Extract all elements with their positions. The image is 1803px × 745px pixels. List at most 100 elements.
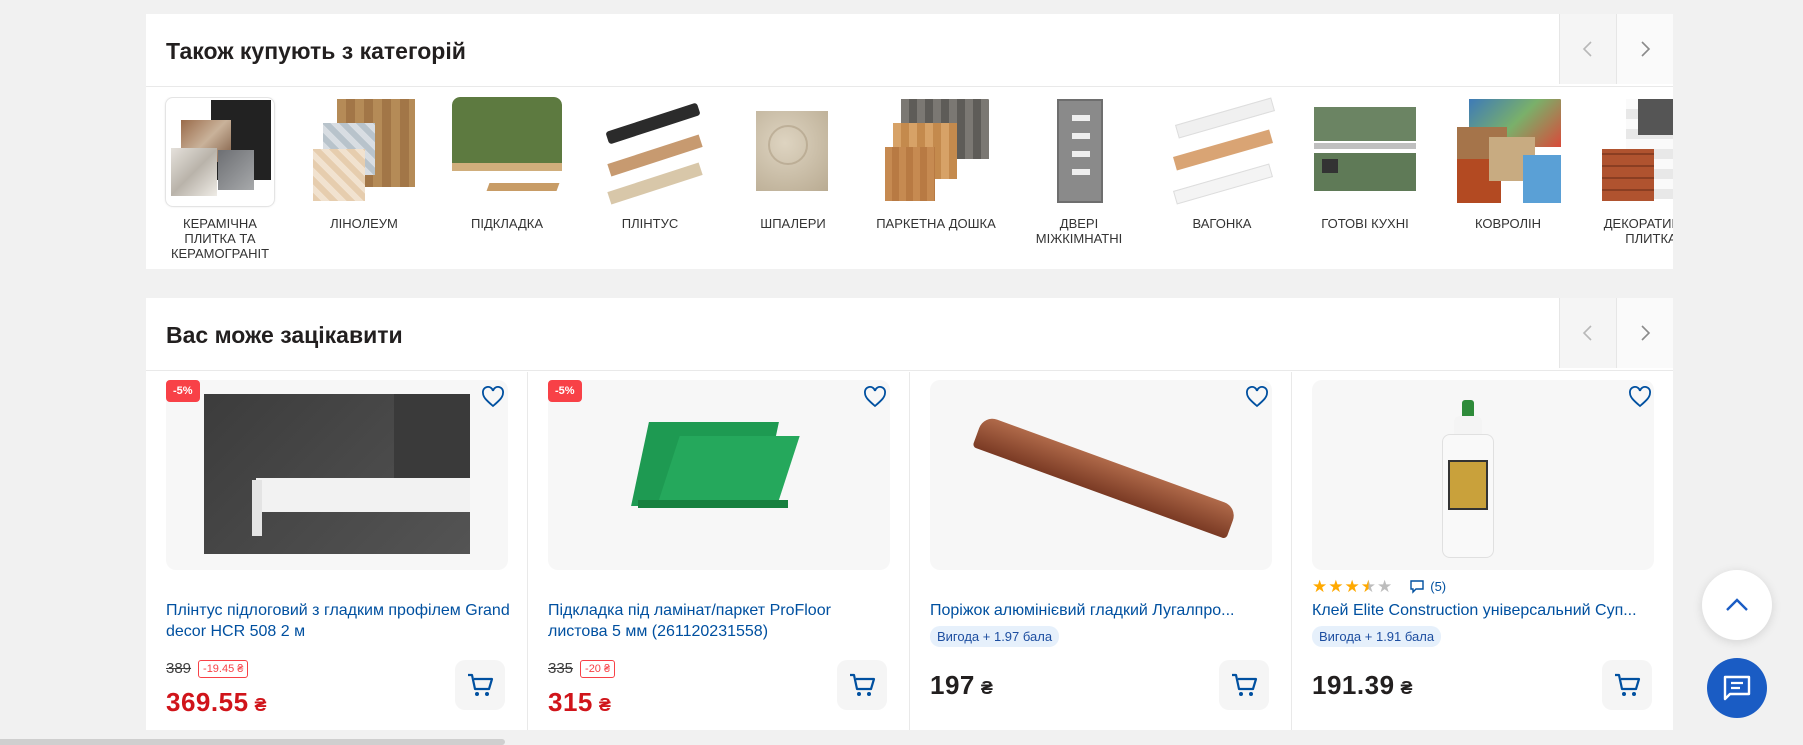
chevron-right-icon [1641, 41, 1651, 57]
horizontal-scrollbar[interactable] [0, 739, 505, 745]
old-price-row: 389 -19.45 ₴ [166, 660, 249, 678]
heart-icon[interactable] [1245, 386, 1269, 408]
chevron-up-icon [1726, 598, 1748, 611]
white-plinth-image[interactable] [166, 380, 508, 570]
price-value: 197 [930, 670, 975, 700]
carpet-image [1453, 97, 1563, 207]
ceramic-tile-image [165, 97, 275, 207]
star-icon: ★ [1328, 577, 1344, 596]
categories-prev-button[interactable] [1559, 14, 1616, 84]
product-price: 191.39 ₴ [1312, 670, 1413, 701]
add-to-cart-button[interactable] [1602, 660, 1652, 710]
underlay-image [452, 97, 562, 207]
currency: ₴ [1400, 678, 1414, 698]
product-price: 369.55 ₴ [166, 687, 267, 718]
wallpaper-image [738, 97, 848, 207]
kitchen-image [1310, 97, 1420, 207]
product-title[interactable]: Підкладка під ламінат/паркет ProFloor ли… [548, 600, 893, 642]
linoleum-image [309, 97, 419, 207]
interior-door-image [1024, 97, 1134, 207]
product-card[interactable]: -5% Плінтус підлоговий з гладким профіле… [146, 372, 528, 730]
cart-icon [1232, 673, 1258, 696]
category-label: Двері міжкімнатні [1035, 216, 1123, 246]
bonus-badge: Вигода + 1.91 бала [1312, 626, 1442, 647]
discount-badge: -5% [548, 380, 582, 402]
comment-icon [1410, 580, 1424, 594]
chat-button[interactable] [1707, 658, 1767, 718]
heart-icon[interactable] [481, 386, 505, 408]
chevron-right-icon [1641, 325, 1651, 341]
category-ceramic-tile[interactable]: Керамічна плитка та керамограніт [149, 97, 291, 261]
product-title[interactable]: Поріжок алюмінієвий гладкий Лугалпро... [930, 600, 1275, 621]
add-to-cart-button[interactable] [1219, 660, 1269, 710]
lining-board-image [1167, 97, 1277, 207]
bonus-badge: Вигода + 1.97 бала [930, 626, 1060, 647]
add-to-cart-button[interactable] [455, 660, 505, 710]
discount-badge: -5% [166, 380, 200, 402]
star-icon: ★ [1312, 577, 1328, 596]
star-icon: ★ [1344, 577, 1360, 596]
reviews-link[interactable]: (5) [1409, 579, 1446, 594]
chevron-left-icon [1582, 41, 1592, 57]
category-label: Шпалери [760, 216, 826, 231]
old-price-row: 335 -20 ₴ [548, 660, 616, 678]
price-value: 315 [548, 687, 593, 717]
category-carpet[interactable]: Ковролін [1437, 97, 1579, 231]
product-title[interactable]: Клей Elite Construction універсальний Су… [1312, 600, 1657, 621]
parquet-image [881, 97, 991, 207]
category-linoleum[interactable]: Лінолеум [293, 97, 435, 231]
product-card[interactable]: Поріжок алюмінієвий гладкий Лугалпро... … [910, 372, 1292, 730]
cart-icon [850, 673, 876, 696]
old-price: 389 [166, 660, 192, 677]
discount-amount: -19.45 ₴ [198, 660, 249, 678]
recommendations-section: Вас може зацікавити -5% Плінтус підлогов… [146, 298, 1673, 730]
heart-icon[interactable] [1628, 386, 1652, 408]
half-star-icon: ★ [1360, 577, 1376, 596]
category-label: Вагонка [1192, 216, 1252, 231]
cart-icon [468, 673, 494, 696]
product-card[interactable]: -5% Підкладка під ламінат/паркет ProFloo… [528, 372, 910, 730]
product-price: 315 ₴ [548, 687, 611, 718]
price-value: 191.39 [1312, 670, 1395, 700]
categories-title: Також купують з категорій [166, 38, 466, 64]
category-plinth[interactable]: Плінтус [579, 97, 721, 231]
categories-next-button[interactable] [1616, 14, 1673, 84]
currency: ₴ [598, 695, 612, 715]
aluminium-threshold-image[interactable] [930, 380, 1272, 570]
product-title[interactable]: Плінтус підлоговий з гладким профілем Gr… [166, 600, 511, 642]
category-kitchen[interactable]: Готові кухні [1294, 97, 1436, 231]
category-interior-door[interactable]: Двері міжкімнатні [1008, 97, 1150, 246]
currency: ₴ [254, 695, 268, 715]
decorative-tile-image [1596, 97, 1673, 207]
scroll-to-top-button[interactable] [1702, 570, 1772, 640]
recommendations-header: Вас може зацікавити [146, 298, 1673, 371]
category-lining[interactable]: Вагонка [1151, 97, 1293, 231]
category-parquet[interactable]: Паркетна дошка [865, 97, 1007, 231]
star-icon: ★ [1377, 577, 1393, 596]
recommendations-title: Вас може зацікавити [166, 322, 403, 348]
rating[interactable]: ★ ★ ★ ★ ★ (5) [1312, 578, 1446, 595]
chat-icon [1723, 675, 1751, 701]
category-label: Підкладка [470, 216, 543, 231]
category-label: Декоративна плитка [1603, 216, 1673, 246]
heart-icon[interactable] [863, 386, 887, 408]
add-to-cart-button[interactable] [837, 660, 887, 710]
category-label: Плінтус [621, 216, 679, 231]
category-wallpaper[interactable]: Шпалери [722, 97, 864, 231]
recommendations-prev-button[interactable] [1559, 298, 1616, 368]
recommendations-next-button[interactable] [1616, 298, 1673, 368]
product-price: 197 ₴ [930, 670, 993, 701]
category-label: Готові кухні [1321, 216, 1409, 231]
chevron-left-icon [1582, 325, 1592, 341]
plinth-image [595, 97, 705, 207]
categories-section: Також купують з категорій Керамічна плит… [146, 14, 1673, 269]
old-price: 335 [548, 660, 574, 677]
category-underlay[interactable]: Підкладка [436, 97, 578, 231]
green-underlay-image[interactable] [548, 380, 890, 570]
product-card[interactable]: ★ ★ ★ ★ ★ (5) Клей Elite Construction ун… [1292, 372, 1674, 730]
price-value: 369.55 [166, 687, 249, 717]
category-decorative-tile[interactable]: Декоративна плитка [1580, 97, 1673, 246]
discount-amount: -20 ₴ [580, 660, 616, 678]
glue-bottle-image[interactable] [1312, 380, 1654, 570]
category-label: Паркетна дошка [876, 216, 996, 231]
